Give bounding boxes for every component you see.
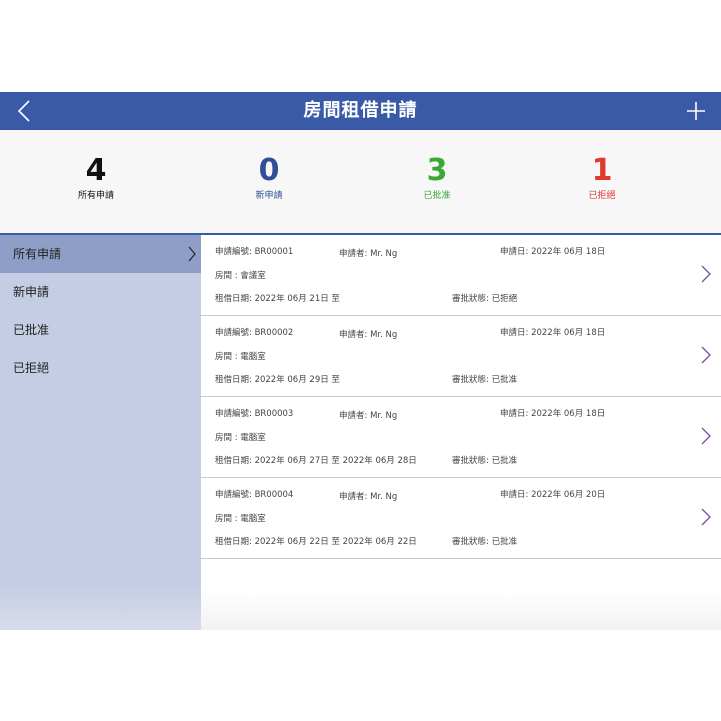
request-apply-date: 申請日: 2022年 06月 20日 <box>500 490 606 500</box>
stat-new: 0 新申請 <box>209 153 329 202</box>
request-room: 房間 : 會議室 <box>215 271 266 281</box>
stat-all-label: 所有申請 <box>77 191 114 201</box>
sidebar-item-label: 所有申請 <box>13 247 62 261</box>
request-period: 租借日期: 2022年 06月 29日 至 <box>215 375 340 385</box>
page-title: 房間租借申請 <box>303 100 418 121</box>
request-applicant: 申請者: Mr. Ng <box>339 411 398 421</box>
chevron-right-icon <box>701 427 711 445</box>
sidebar-item-rejected[interactable]: 已拒絕 <box>0 349 201 387</box>
request-row[interactable]: 申請編號: BR00001 申請者: Mr. Ng 申請日: 2022年 06月… <box>201 235 721 316</box>
request-room: 房間 : 電腦室 <box>215 352 266 362</box>
request-apply-date: 申請日: 2022年 06月 18日 <box>500 328 606 338</box>
stat-all-count: 4 <box>85 153 107 188</box>
app-window: 房間租借申請 4 所有申請 0 新申請 3 已批准 1 已拒絕 所有申請 新申請… <box>0 92 721 630</box>
sidebar: 所有申請 新申請 已批准 已拒絕 <box>0 235 201 630</box>
stat-rejected: 1 已拒絕 <box>542 153 662 202</box>
sidebar-item-new[interactable]: 新申請 <box>0 273 201 311</box>
request-status: 審批狀態: 已拒絕 <box>452 294 518 304</box>
request-id: 申請編號: BR00003 <box>215 409 294 419</box>
title-bar: 房間租借申請 <box>0 92 721 130</box>
request-list: 申請編號: BR00001 申請者: Mr. Ng 申請日: 2022年 06月… <box>201 235 721 630</box>
plus-icon <box>687 102 705 120</box>
stat-new-count: 0 <box>258 153 280 188</box>
chevron-right-icon <box>701 265 711 283</box>
stat-rejected-count: 1 <box>591 153 613 188</box>
sidebar-item-all[interactable]: 所有申請 <box>0 235 201 273</box>
stat-approved-count: 3 <box>426 153 448 188</box>
request-status: 審批狀態: 已批准 <box>452 537 518 547</box>
request-period: 租借日期: 2022年 06月 22日 至 2022年 06月 22日 <box>215 537 417 547</box>
request-status: 審批狀態: 已批准 <box>452 375 518 385</box>
request-period: 租借日期: 2022年 06月 27日 至 2022年 06月 28日 <box>215 456 417 466</box>
request-apply-date: 申請日: 2022年 06月 18日 <box>500 247 606 257</box>
request-applicant: 申請者: Mr. Ng <box>339 492 398 502</box>
request-row[interactable]: 申請編號: BR00003 申請者: Mr. Ng 申請日: 2022年 06月… <box>201 397 721 478</box>
sidebar-item-label: 新申請 <box>13 285 50 299</box>
summary-stats: 4 所有申請 0 新申請 3 已批准 1 已拒絕 <box>0 130 721 235</box>
add-request-button[interactable] <box>683 98 709 124</box>
chevron-right-icon <box>701 508 711 526</box>
request-period: 租借日期: 2022年 06月 21日 至 <box>215 294 340 304</box>
request-row[interactable]: 申請編號: BR00002 申請者: Mr. Ng 申請日: 2022年 06月… <box>201 316 721 397</box>
sidebar-item-approved[interactable]: 已批准 <box>0 311 201 349</box>
request-id: 申請編號: BR00001 <box>215 247 294 257</box>
request-status: 審批狀態: 已批准 <box>452 456 518 466</box>
stat-new-label: 新申請 <box>255 191 283 201</box>
request-id: 申請編號: BR00002 <box>215 328 294 338</box>
sidebar-item-label: 已拒絕 <box>13 361 50 375</box>
chevron-right-icon <box>188 246 196 262</box>
request-applicant: 申請者: Mr. Ng <box>339 330 398 340</box>
request-id: 申請編號: BR00004 <box>215 490 294 500</box>
list-bottom-fade <box>201 590 721 630</box>
request-row[interactable]: 申請編號: BR00004 申請者: Mr. Ng 申請日: 2022年 06月… <box>201 478 721 559</box>
sidebar-item-label: 已批准 <box>13 323 50 337</box>
request-room: 房間 : 電腦室 <box>215 514 266 524</box>
request-applicant: 申請者: Mr. Ng <box>339 249 398 259</box>
stat-approved-label: 已批准 <box>423 191 451 201</box>
request-apply-date: 申請日: 2022年 06月 18日 <box>500 409 606 419</box>
request-room: 房間 : 電腦室 <box>215 433 266 443</box>
stat-all: 4 所有申請 <box>36 153 156 202</box>
chevron-right-icon <box>701 346 711 364</box>
stat-rejected-label: 已拒絕 <box>588 191 616 201</box>
stat-approved: 3 已批准 <box>377 153 497 202</box>
